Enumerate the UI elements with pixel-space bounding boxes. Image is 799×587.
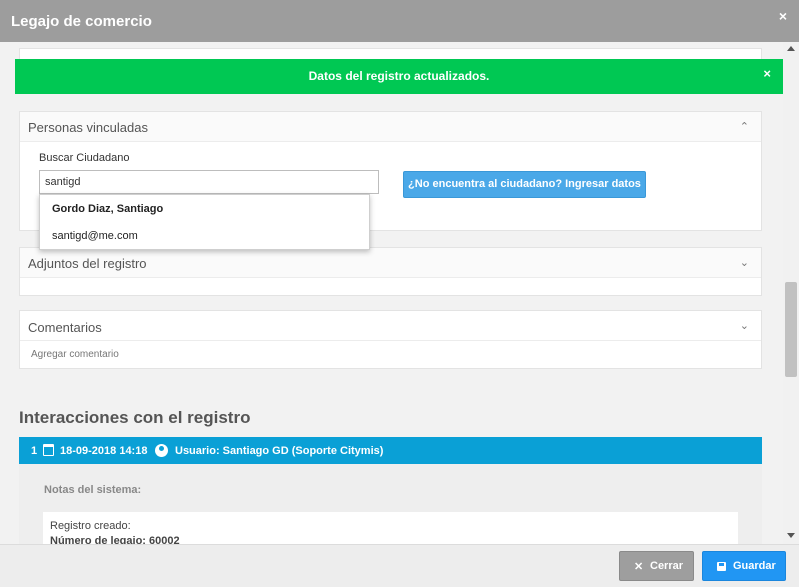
modal-footer: ✕ Cerrar Guardar (0, 544, 799, 587)
window-title: Legajo de comercio (11, 13, 152, 30)
system-notes-label: Notas del sistema: (44, 484, 142, 496)
close-icon[interactable]: × (763, 66, 771, 81)
suggestion-item[interactable]: santigd@me.com (52, 230, 138, 242)
interaction-user: Usuario: Santiago GD (Soporte Citymis) (175, 445, 384, 457)
system-notes-box: Registro creado: Número de legajo: 60002 (43, 512, 738, 544)
chevron-down-icon[interactable]: ⌄ (740, 256, 749, 269)
suggestion-item[interactable]: Gordo Diaz, Santiago (52, 203, 163, 215)
success-toast: Datos del registro actualizados. × (15, 59, 783, 94)
panel-comentarios: Comentarios ⌄ Agregar comentario (19, 310, 762, 369)
interaction-date: 18-09-2018 14:18 (60, 445, 148, 457)
scrollbar-thumb[interactable] (785, 282, 797, 377)
panel-adjuntos: Adjuntos del registro ⌄ (19, 247, 762, 296)
panel-header-adjuntos[interactable]: Adjuntos del registro ⌄ (20, 248, 761, 278)
save-button[interactable]: Guardar (702, 551, 786, 581)
calendar-icon (43, 444, 54, 456)
user-circle-icon (155, 444, 168, 457)
close-button-label: Cerrar (650, 560, 684, 572)
close-button[interactable]: ✕ Cerrar (619, 551, 694, 581)
scroll-up-icon[interactable] (787, 46, 795, 51)
panel-header-comentarios[interactable]: Comentarios ⌄ (20, 311, 761, 341)
close-icon[interactable]: × (779, 8, 787, 24)
panel-header-personas[interactable]: Personas vinculadas ⌃ (20, 112, 761, 142)
autocomplete-dropdown: Gordo Diaz, Santiago santigd@me.com (39, 194, 370, 250)
notes-line: Registro creado: (50, 520, 131, 532)
toast-message: Datos del registro actualizados. (308, 69, 490, 83)
window-titlebar: Legajo de comercio × (0, 0, 799, 42)
interaction-index: 1 (31, 445, 38, 457)
save-button-label: Guardar (733, 560, 776, 572)
panel-title-comentarios: Comentarios (28, 320, 102, 335)
chevron-down-icon[interactable]: ⌄ (740, 319, 749, 332)
close-icon: ✕ (634, 561, 644, 573)
panel-title-personas: Personas vinculadas (28, 120, 148, 135)
vertical-scrollbar[interactable] (783, 42, 799, 544)
add-comment-link[interactable]: Agregar comentario (31, 349, 119, 360)
chevron-up-icon[interactable]: ⌃ (740, 120, 749, 133)
scroll-down-icon[interactable] (787, 533, 795, 538)
interactions-heading: Interacciones con el registro (19, 408, 251, 427)
search-citizen-input[interactable] (39, 170, 379, 194)
search-citizen-label: Buscar Ciudadano (39, 152, 130, 164)
save-icon (717, 562, 726, 571)
citizen-not-found-button[interactable]: ¿No encuentra al ciudadano? Ingresar dat… (403, 171, 646, 198)
notes-line: Número de legajo: 60002 (50, 535, 180, 544)
interaction-entry-header[interactable]: 1 18-09-2018 14:18 Usuario: Santiago GD … (19, 437, 762, 464)
panel-title-adjuntos: Adjuntos del registro (28, 256, 147, 271)
